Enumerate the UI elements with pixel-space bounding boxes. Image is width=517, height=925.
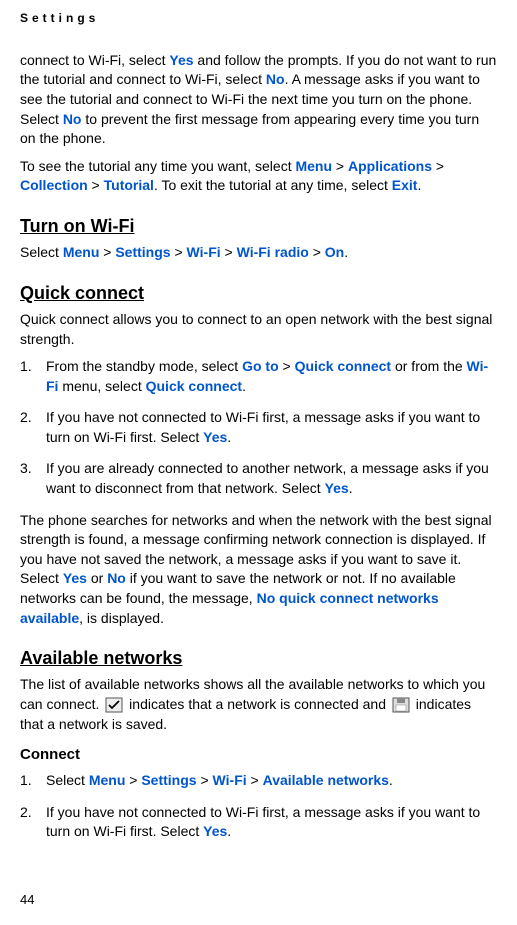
connected-checkbox-icon bbox=[105, 697, 123, 713]
available-networks-heading: Available networks bbox=[20, 646, 497, 671]
text-fragment: If you are already connected to another … bbox=[46, 460, 489, 496]
intro-paragraph-2: To see the tutorial any time you want, s… bbox=[20, 157, 497, 196]
menu-link: Menu bbox=[63, 244, 100, 260]
yes-link: Yes bbox=[203, 823, 227, 839]
text-fragment: . bbox=[389, 772, 393, 788]
quick-connect-intro: Quick connect allows you to connect to a… bbox=[20, 310, 497, 349]
quick-connect-post-paragraph: The phone searches for networks and when… bbox=[20, 511, 497, 629]
page-number: 44 bbox=[20, 891, 34, 909]
settings-link: Settings bbox=[141, 772, 196, 788]
text-fragment: If you have not connected to Wi-Fi first… bbox=[46, 409, 480, 445]
text-fragment: indicates that a network is connected an… bbox=[125, 696, 390, 712]
goto-link: Go to bbox=[242, 358, 279, 374]
separator: > bbox=[247, 772, 263, 788]
separator: > bbox=[99, 244, 115, 260]
list-item: From the standby mode, select Go to > Qu… bbox=[20, 357, 497, 396]
separator: > bbox=[432, 158, 444, 174]
collection-link: Collection bbox=[20, 177, 88, 193]
text-fragment: . bbox=[227, 429, 231, 445]
separator: > bbox=[221, 244, 237, 260]
separator: > bbox=[332, 158, 348, 174]
quick-connect-link: Quick connect bbox=[295, 358, 391, 374]
separator: > bbox=[171, 244, 187, 260]
text-fragment: From the standby mode, select bbox=[46, 358, 242, 374]
text-fragment: . To exit the tutorial at any time, sele… bbox=[154, 177, 392, 193]
separator: > bbox=[125, 772, 141, 788]
no-link: No bbox=[107, 570, 126, 586]
list-item: If you have not connected to Wi-Fi first… bbox=[20, 408, 497, 447]
text-fragment: , is displayed. bbox=[79, 610, 164, 626]
list-item: Select Menu > Settings > Wi-Fi > Availab… bbox=[20, 771, 497, 791]
no-link: No bbox=[63, 111, 82, 127]
text-fragment: menu, select bbox=[58, 378, 145, 394]
separator: > bbox=[197, 772, 213, 788]
tutorial-link: Tutorial bbox=[104, 177, 154, 193]
turn-on-wifi-instruction: Select Menu > Settings > Wi-Fi > Wi-Fi r… bbox=[20, 243, 497, 263]
separator: > bbox=[88, 177, 104, 193]
text-fragment: If you have not connected to Wi-Fi first… bbox=[46, 804, 480, 840]
intro-paragraph-1: connect to Wi-Fi, select Yes and follow … bbox=[20, 51, 497, 149]
available-networks-intro: The list of available networks shows all… bbox=[20, 675, 497, 734]
text-fragment: or from the bbox=[391, 358, 466, 374]
turn-on-wifi-heading: Turn on Wi-Fi bbox=[20, 214, 497, 239]
text-fragment: to prevent the first message from appear… bbox=[20, 111, 479, 147]
menu-link: Menu bbox=[295, 158, 332, 174]
wifi-radio-link: Wi-Fi radio bbox=[237, 244, 309, 260]
text-fragment: . bbox=[344, 244, 348, 260]
quick-connect-steps: From the standby mode, select Go to > Qu… bbox=[20, 357, 497, 499]
yes-link: Yes bbox=[63, 570, 87, 586]
yes-link: Yes bbox=[169, 52, 193, 68]
quick-connect-heading: Quick connect bbox=[20, 281, 497, 306]
yes-link: Yes bbox=[325, 480, 349, 496]
text-fragment: . bbox=[227, 823, 231, 839]
separator: > bbox=[309, 244, 325, 260]
wifi-link: Wi-Fi bbox=[187, 244, 221, 260]
text-fragment: or bbox=[87, 570, 107, 586]
connect-sub-heading: Connect bbox=[20, 744, 497, 765]
on-link: On bbox=[325, 244, 344, 260]
text-fragment: Select bbox=[46, 772, 89, 788]
wifi-link: Wi-Fi bbox=[213, 772, 247, 788]
list-item: If you are already connected to another … bbox=[20, 459, 497, 498]
no-link: No bbox=[266, 71, 285, 87]
saved-disk-icon bbox=[392, 697, 410, 713]
exit-link: Exit bbox=[392, 177, 418, 193]
text-fragment: Select bbox=[20, 244, 63, 260]
applications-link: Applications bbox=[348, 158, 432, 174]
text-fragment: . bbox=[242, 378, 246, 394]
connect-steps: Select Menu > Settings > Wi-Fi > Availab… bbox=[20, 771, 497, 842]
text-fragment: To see the tutorial any time you want, s… bbox=[20, 158, 295, 174]
settings-link: Settings bbox=[115, 244, 170, 260]
list-item: If you have not connected to Wi-Fi first… bbox=[20, 803, 497, 842]
text-fragment: . bbox=[349, 480, 353, 496]
yes-link: Yes bbox=[203, 429, 227, 445]
available-networks-link: Available networks bbox=[263, 772, 389, 788]
text-fragment: . bbox=[417, 177, 421, 193]
menu-link: Menu bbox=[89, 772, 126, 788]
separator: > bbox=[279, 358, 295, 374]
page-header: Settings bbox=[20, 10, 497, 27]
quick-connect-link: Quick connect bbox=[146, 378, 242, 394]
text-fragment: connect to Wi-Fi, select bbox=[20, 52, 169, 68]
